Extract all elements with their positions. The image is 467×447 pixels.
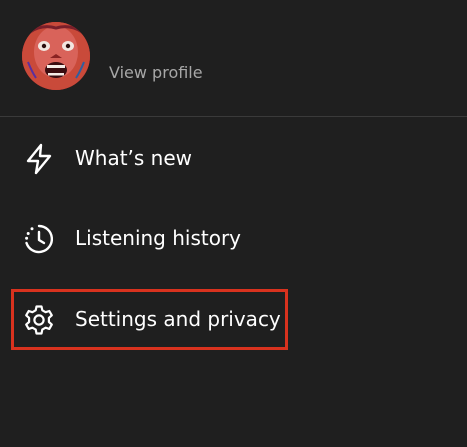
menu-item-settings-and-privacy[interactable]: Settings and privacy <box>0 291 467 347</box>
menu-item-whats-new[interactable]: What’s new <box>0 130 467 186</box>
menu-item-label: Settings and privacy <box>75 307 281 331</box>
avatar[interactable] <box>22 22 90 90</box>
divider <box>0 116 467 117</box>
view-profile-link[interactable]: View profile <box>109 63 203 83</box>
clock-history-icon <box>22 222 56 256</box>
menu-item-label: Listening history <box>75 226 242 250</box>
avatar-screaming-face-image <box>22 22 90 90</box>
lightning-bolt-icon <box>22 142 56 176</box>
gear-icon <box>22 303 56 337</box>
menu-item-listening-history[interactable]: Listening history <box>0 210 467 266</box>
view-profile-row[interactable]: View profile <box>0 0 467 116</box>
menu-item-label: What’s new <box>75 146 193 170</box>
